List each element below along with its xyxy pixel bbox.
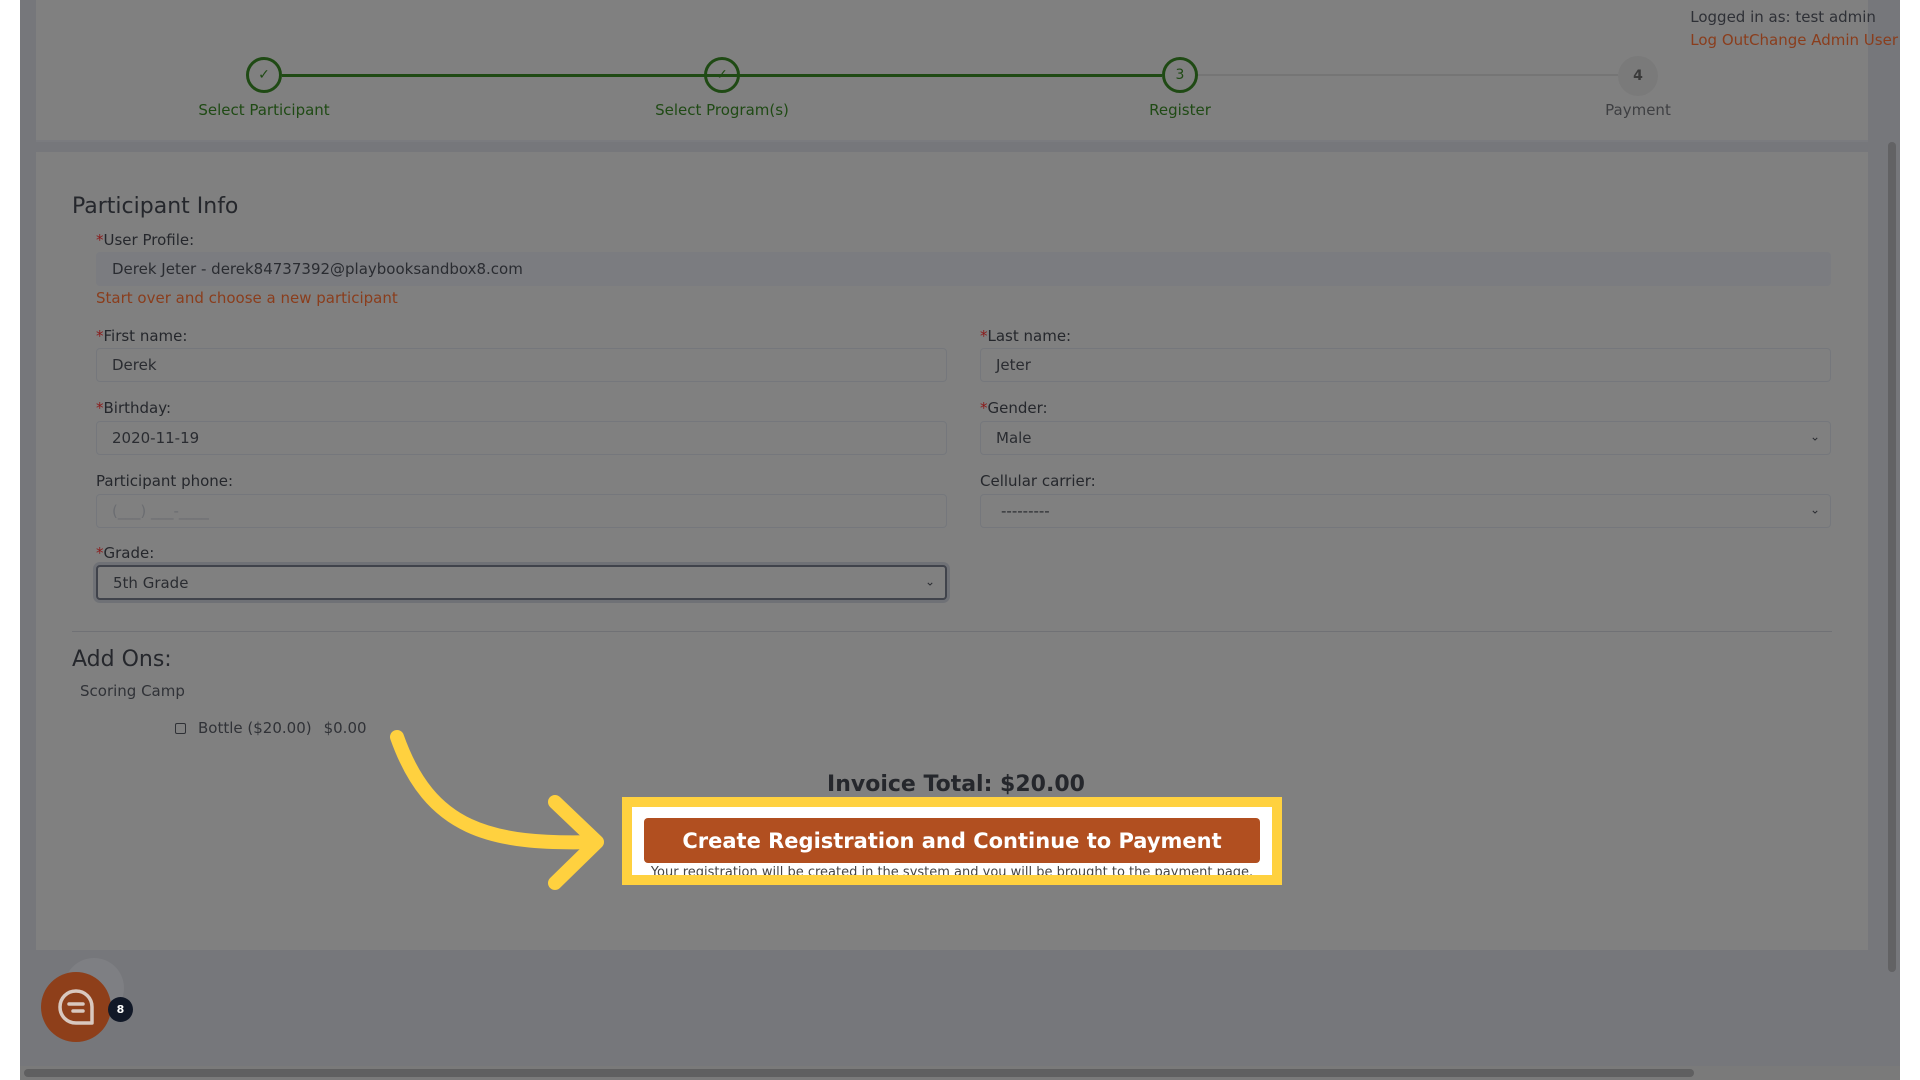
chevron-down-icon: ⌄ [924,574,935,589]
birthday-input[interactable]: 2020-11-19 [96,421,947,455]
gender-label: *Gender: [980,399,1048,417]
gender-select-value: Male [996,429,1032,447]
participant-info-title: Participant Info [72,194,239,219]
change-admin-link[interactable]: Change Admin User [1749,31,1898,49]
step-2-label: Select Program(s) [655,101,789,119]
carrier-select-value: --------- [1001,502,1050,520]
section-divider [72,631,1832,632]
create-registration-button[interactable]: Create Registration and Continue to Paym… [644,818,1260,863]
step-4-label: Payment [1605,101,1671,119]
vertical-scrollbar[interactable] [1888,142,1896,972]
logged-in-text: Logged in as: test admin [1690,8,1876,26]
grade-select[interactable]: 5th Grade ⌄ [96,565,947,600]
step-2-check-icon: ✓ [704,57,740,93]
first-name-label: *First name: [96,327,188,345]
add-on-price: $0.00 [323,719,367,737]
step-3-label: Register [1149,101,1211,119]
add-ons-title: Add Ons: [72,647,172,672]
user-profile-field: Derek Jeter - derek84737392@playbooksand… [96,252,1831,286]
chat-widget-button[interactable] [41,972,111,1042]
carrier-label: Cellular carrier: [980,472,1096,490]
logout-link[interactable]: Log Out [1690,31,1749,49]
cta-highlight-box: Create Registration and Continue to Paym… [622,797,1282,885]
grade-select-value: 5th Grade [113,573,189,592]
chevron-down-icon: ⌄ [1809,502,1820,517]
gender-select[interactable]: Male ⌄ [980,421,1831,455]
phone-input[interactable]: (___) ___-____ [96,494,947,528]
add-on-name: Bottle ($20.00) [198,719,312,737]
start-over-link[interactable]: Start over and choose a new participant [96,289,398,307]
cta-note: Your registration will be created in the… [650,865,1254,880]
horizontal-scrollbar[interactable] [24,1069,1694,1077]
add-on-item: Bottle ($20.00) $0.00 [175,719,367,737]
stepper-card [36,0,1868,142]
last-name-input[interactable]: Jeter [980,348,1831,382]
login-info: Logged in as: test admin Log OutChange A… [1690,6,1898,52]
first-name-input[interactable]: Derek [96,348,947,382]
add-on-group-label: Scoring Camp [80,682,185,700]
carrier-select[interactable]: --------- ⌄ [980,494,1831,528]
invoice-total: Invoice Total: $20.00 [827,772,1085,797]
chat-notification-badge: 8 [108,997,133,1022]
birthday-label: *Birthday: [96,399,172,417]
grade-label: *Grade: [96,544,155,562]
step-1-check-icon: ✓ [246,57,282,93]
annotation-arrow-icon [390,730,604,890]
chat-bubble-icon [58,989,94,1025]
stepper-line-incomplete [1198,74,1618,76]
step-4-number: 4 [1618,56,1658,96]
user-profile-label: *User Profile: [96,231,195,249]
step-3-number: 3 [1162,57,1198,93]
chevron-down-icon: ⌄ [1809,429,1820,444]
last-name-label: *Last name: [980,327,1072,345]
add-on-checkbox[interactable] [175,722,186,734]
page-viewport [20,0,1900,1080]
phone-label: Participant phone: [96,472,234,490]
step-1-label: Select Participant [198,101,330,119]
